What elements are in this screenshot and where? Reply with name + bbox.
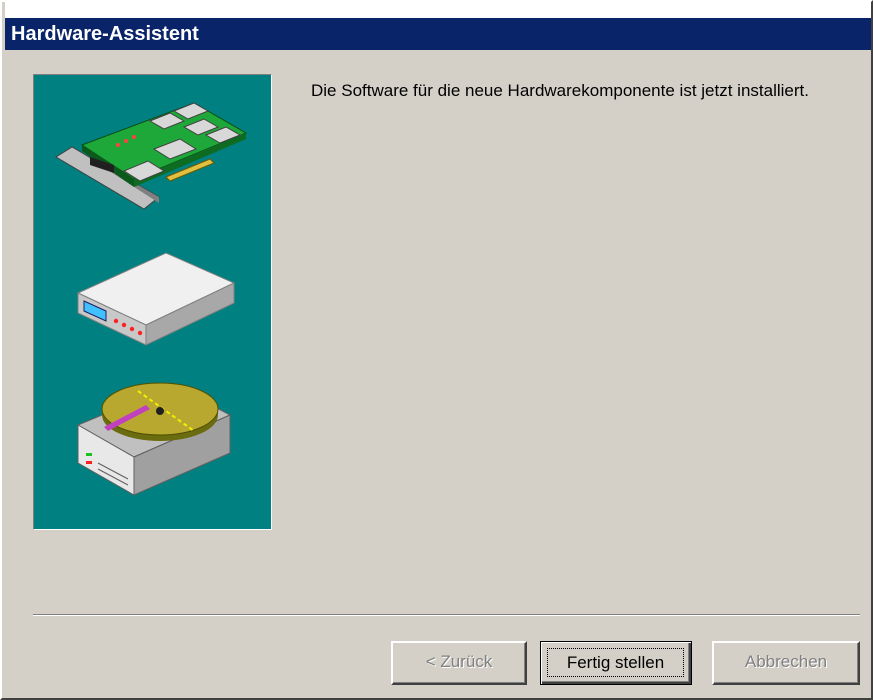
finish-button-label: Fertig stellen: [547, 648, 684, 677]
finish-button[interactable]: Fertig stellen: [540, 641, 692, 685]
completion-message: Die Software für die neue Hardwarekompon…: [311, 81, 809, 100]
separator-line: [33, 614, 860, 616]
back-button[interactable]: < Zurück: [391, 641, 527, 685]
modem-icon: [76, 252, 236, 346]
hard-disk-icon: [76, 382, 232, 496]
wizard-dialog: Hardware-Assistent Die Software für die …: [0, 0, 873, 700]
window-title: Hardware-Assistent: [11, 23, 199, 45]
expansion-card-icon: [55, 102, 248, 210]
cancel-button[interactable]: Abbrechen: [712, 641, 860, 685]
top-strip: [5, 0, 871, 18]
title-bar[interactable]: Hardware-Assistent: [5, 18, 871, 50]
wizard-illustration: [33, 74, 272, 530]
